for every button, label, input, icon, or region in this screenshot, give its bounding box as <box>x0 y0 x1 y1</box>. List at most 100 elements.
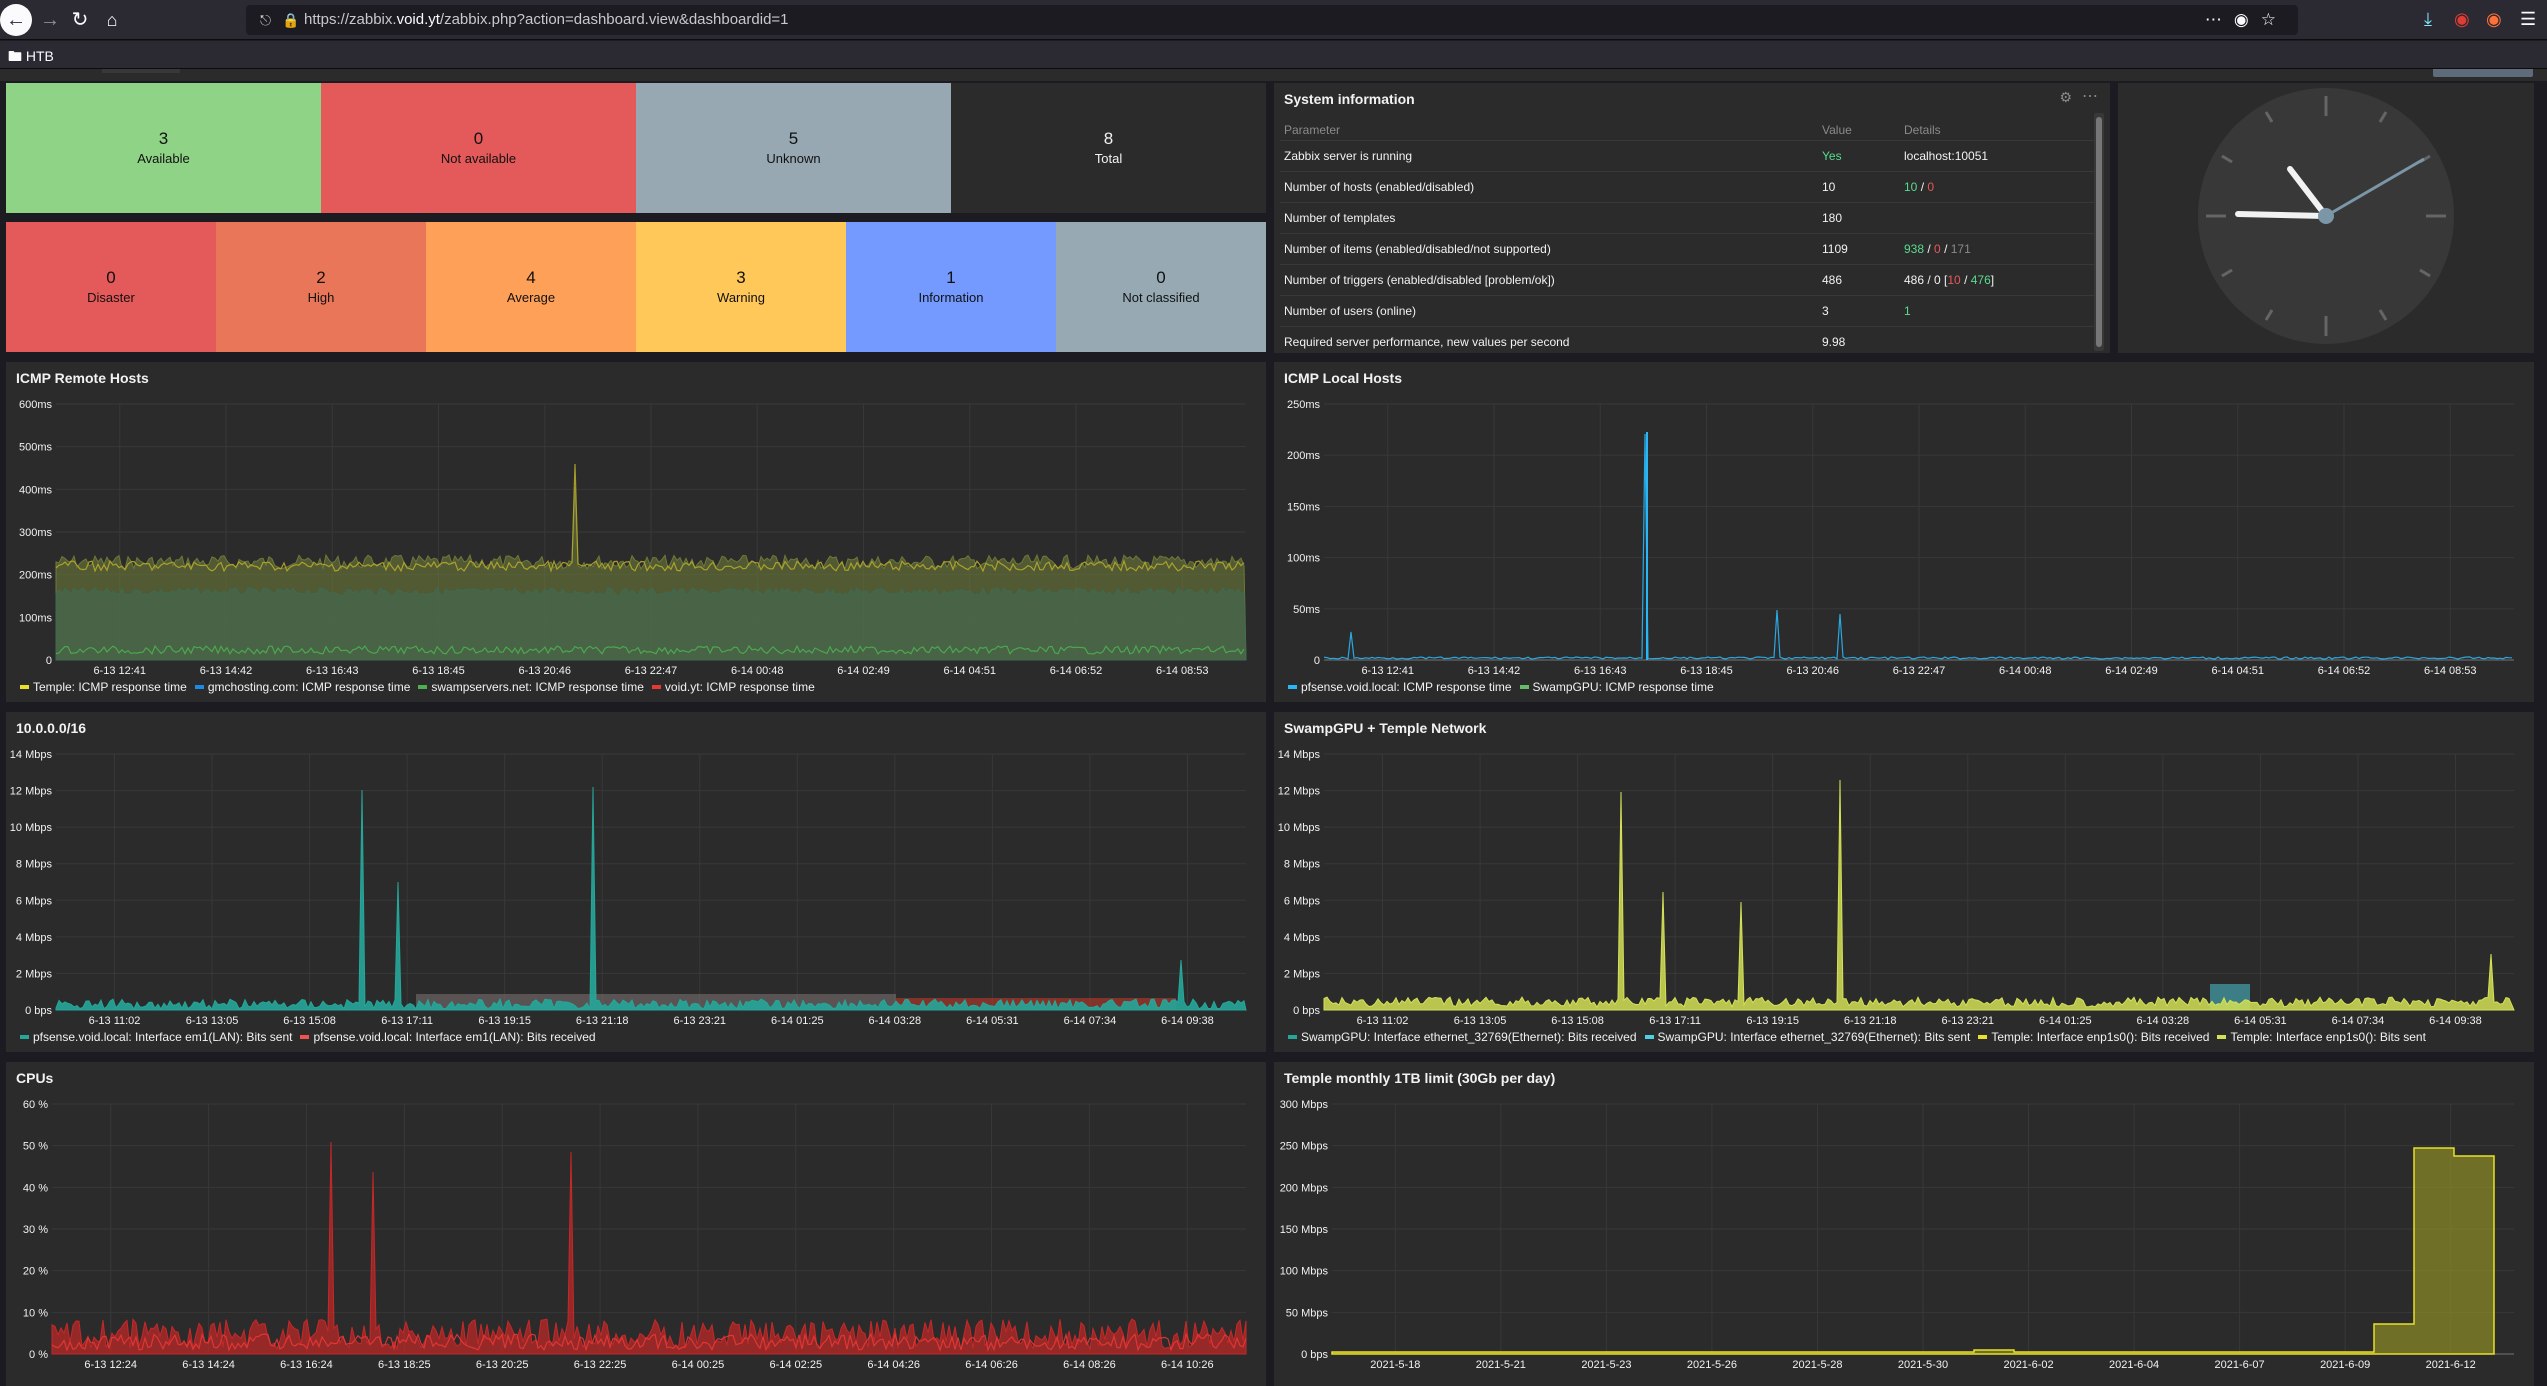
x-tick-label: 6-13 15:08 <box>283 1015 336 1027</box>
x-tick-label: 6-13 18:45 <box>412 665 465 677</box>
legend-swatch <box>20 1034 29 1039</box>
status-tile-not-available[interactable]: 0 Not available <box>321 83 636 213</box>
row-parameter: Required server performance, new values … <box>1284 335 1570 349</box>
status-tile-information[interactable]: 1 Information <box>846 222 1056 352</box>
y-tick-label: 30 % <box>23 1224 48 1236</box>
x-tick-label: 6-14 01:25 <box>2039 1015 2092 1027</box>
legend-label: Temple: Interface enp1s0(): Bits receive… <box>1991 1030 2210 1044</box>
row-value: 180 <box>1822 211 1843 225</box>
more-options-icon[interactable]: ⋯ <box>2082 86 2098 106</box>
header-tab[interactable] <box>102 69 180 73</box>
row-value: Yes <box>1822 149 1842 163</box>
x-tick-label: 2021-5-23 <box>1581 1359 1631 1371</box>
table-row: Number of templates 180 <box>1280 203 2098 234</box>
bookmark-folder-htb[interactable]: HTB <box>26 48 54 64</box>
x-tick-label: 6-13 12:24 <box>84 1359 137 1371</box>
y-tick-label: 0 <box>1314 655 1320 667</box>
tile-label: Total <box>1094 151 1123 166</box>
table-row: Number of items (enabled/disabled/not su… <box>1280 234 2098 265</box>
row-parameter: Number of templates <box>1284 211 1396 225</box>
y-tick-label: 300 Mbps <box>1280 1099 1329 1111</box>
row-parameter: Number of triggers (enabled/disabled [pr… <box>1284 273 1555 287</box>
x-tick-label: 6-14 04:51 <box>943 665 996 677</box>
legend-item: SwampGPU: Interface ethernet_32769(Ether… <box>1644 1030 1971 1044</box>
page-actions-icons[interactable]: ⋯◉☆ <box>2205 5 2288 35</box>
legend-label: SwampGPU: Interface ethernet_32769(Ether… <box>1657 1030 1971 1044</box>
icmp-remote-hosts-widget: ICMP Remote Hosts 600ms 500ms 400ms 300ms 20… <box>6 362 1266 702</box>
header-details: Details <box>1904 123 1941 137</box>
status-tile-average[interactable]: 4 Average <box>426 222 636 352</box>
y-tick-label: 0 bps <box>1301 1349 1328 1361</box>
status-tile-unknown[interactable]: 5 Unknown <box>636 83 951 213</box>
legend-item: void.yt: ICMP response time <box>651 680 815 694</box>
cpus-graph[interactable]: 60 % 50 % 40 % 30 % 20 % 10 % 0 % 6-13 12:24 6-1… <box>6 1092 1266 1386</box>
status-tile-warning[interactable]: 3 Warning <box>636 222 846 352</box>
extension-icon[interactable]: ◉ <box>2486 9 2502 30</box>
status-tile-available[interactable]: 3 Available <box>6 83 321 213</box>
x-tick-label: 6-13 16:43 <box>1574 665 1627 677</box>
status-tile-total[interactable]: 8 Total <box>951 83 1266 213</box>
y-tick-label: 250 Mbps <box>1280 1141 1329 1153</box>
download-icon[interactable]: ⤓ <box>2424 9 2432 30</box>
x-tick-label: 6-13 18:45 <box>1680 665 1733 677</box>
ublock-icon[interactable]: ◉ <box>2454 9 2470 30</box>
home-icon[interactable]: ⌂ <box>96 4 128 36</box>
x-tick-label: 6-14 08:26 <box>1063 1359 1116 1371</box>
swampgpu-temple-graph[interactable]: 14 Mbps 12 Mbps 10 Mbps 8 Mbps 6 Mbps 4 Mbps 2… <box>1274 742 2534 1042</box>
network-10-graph[interactable]: 14 Mbps 12 Mbps 10 Mbps 8 Mbps 6 Mbps 4 Mbps 2… <box>6 742 1266 1042</box>
row-value: 1109 <box>1822 242 1848 256</box>
status-tile-high[interactable]: 2 High <box>216 222 426 352</box>
x-tick-label: 6-13 13:05 <box>1454 1015 1507 1027</box>
legend-swatch <box>651 684 661 689</box>
x-tick-label: 6-13 23:21 <box>1941 1015 1994 1027</box>
series-area <box>1323 779 2515 1011</box>
y-tick-label: 500ms <box>19 442 53 454</box>
y-tick-label: 10 Mbps <box>10 822 53 834</box>
graph-legend: Temple: ICMP response time gmchosting.com… <box>20 680 823 694</box>
legend-swatch <box>1519 684 1529 689</box>
forward-arrow-icon[interactable]: → <box>34 4 66 36</box>
x-tick-label: 6-13 16:24 <box>280 1359 333 1371</box>
tile-label: Average <box>506 290 556 305</box>
y-tick-label: 50 Mbps <box>1286 1307 1329 1319</box>
icmp-remote-graph[interactable]: 600ms 500ms 400ms 300ms 200ms 100ms 0 6-13 12:4… <box>6 392 1266 692</box>
dashboard-header-strip <box>0 69 2547 81</box>
y-tick-label: 150 Mbps <box>1280 1224 1329 1236</box>
x-tick-label: 6-13 20:46 <box>1786 665 1839 677</box>
folder-icon: 🖿 <box>8 48 22 64</box>
temple-monthly-graph[interactable]: 300 Mbps 250 Mbps 200 Mbps 150 Mbps 100 Mbps… <box>1274 1092 2534 1386</box>
x-tick-label: 6-13 19:15 <box>478 1015 531 1027</box>
shield-icon[interactable]: ⎋ <box>260 5 271 35</box>
status-tile-not-classified[interactable]: 0 Not classified <box>1056 222 1266 352</box>
y-tick-label: 8 Mbps <box>1284 859 1321 871</box>
y-tick-label: 14 Mbps <box>10 749 53 761</box>
url-suffix: /zabbix.php?action=dashboard.view&dashbo… <box>439 11 789 28</box>
icmp-local-graph[interactable]: 250ms 200ms 150ms 100ms 50ms 0 6-13 12:41 6-13 … <box>1274 392 2534 692</box>
status-tile-disaster[interactable]: 0 Disaster <box>6 222 216 352</box>
tile-label: Disaster <box>87 290 135 305</box>
reload-icon[interactable]: ↻ <box>64 4 96 36</box>
row-value: 10 <box>1822 180 1836 194</box>
clock-widget <box>2118 83 2534 353</box>
y-tick-label: 60 % <box>23 1099 48 1111</box>
legend-item: Temple: Interface enp1s0(): Bits receive… <box>1978 1030 2209 1044</box>
x-tick-label: 6-14 08:53 <box>2424 665 2477 677</box>
legend-item: swampservers.net: ICMP response time <box>418 680 644 694</box>
back-arrow-icon[interactable]: ← <box>0 4 32 36</box>
lock-icon[interactable]: 🔒 <box>282 5 299 35</box>
gear-icon[interactable]: ⚙ <box>2059 89 2072 106</box>
series-area <box>1331 1147 2495 1355</box>
row-value: 486 <box>1822 273 1843 287</box>
legend-label: void.yt: ICMP response time <box>664 680 815 694</box>
x-tick-label: 6-14 07:34 <box>1064 1015 1117 1027</box>
header-button[interactable] <box>2433 69 2533 77</box>
scrollbar[interactable] <box>2094 113 2104 351</box>
menu-icon[interactable]: ☰ <box>2520 9 2536 30</box>
x-tick-label: 6-13 11:02 <box>1357 1015 1409 1027</box>
tile-label: Not classified <box>1122 290 1200 305</box>
tile-count: 5 <box>788 129 799 148</box>
url-bar[interactable]: ⎋ 🔒 https://zabbix.void.yt/zabbix.php?ac… <box>246 5 2298 35</box>
y-tick-label: 100 Mbps <box>1280 1266 1329 1278</box>
legend-item: pfsense.void.local: Interface em1(LAN): … <box>300 1030 596 1044</box>
x-tick-label: 6-13 13:05 <box>186 1015 239 1027</box>
